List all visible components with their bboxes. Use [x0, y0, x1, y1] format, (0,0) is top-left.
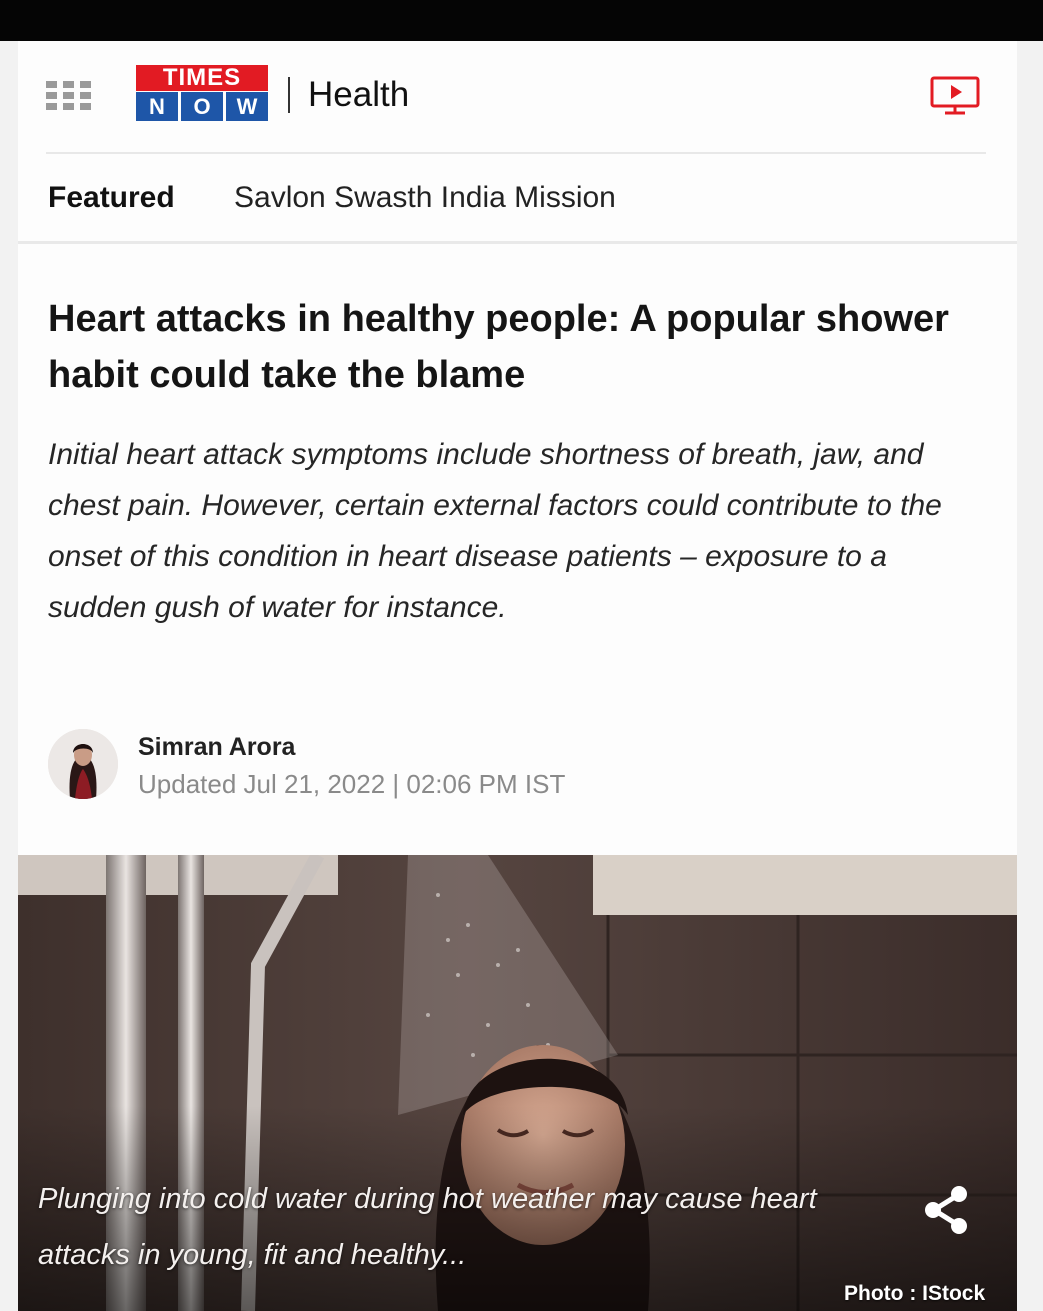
featured-bar: Featured Savlon Swasth India Mission	[18, 154, 1017, 242]
section-title[interactable]: Health	[308, 71, 409, 119]
article-headline: Heart attacks in healthy people: A popul…	[48, 298, 949, 396]
article-photo: Plunging into cold water during hot weat…	[18, 855, 1017, 1311]
author-byline: Simran Arora Updated Jul 21, 2022 | 02:0…	[48, 729, 748, 809]
updated-timestamp: Updated Jul 21, 2022 | 02:06 PM IST	[138, 769, 566, 799]
site-header: TIMES N O W Health	[18, 41, 1017, 154]
logo-now-letter: W	[226, 92, 268, 121]
logo-now-letter: O	[181, 92, 223, 121]
article-page: TIMES N O W Health Featured Savlon Swast…	[18, 41, 1017, 1311]
grid-menu-icon[interactable]	[46, 81, 92, 111]
tv-play-icon[interactable]	[929, 75, 983, 115]
share-icon[interactable]	[922, 1185, 970, 1235]
featured-link[interactable]: Savlon Swasth India Mission	[234, 180, 616, 216]
logo-now: N O W	[136, 92, 268, 121]
featured-label: Featured	[48, 181, 175, 214]
header-divider	[288, 77, 290, 113]
photo-credit: Photo : IStock	[844, 1282, 986, 1305]
article-summary: Initial heart attack symptoms include sh…	[48, 438, 942, 624]
logo-now-letter: N	[136, 92, 178, 121]
featured-divider	[18, 241, 1017, 244]
times-now-logo[interactable]: TIMES N O W	[136, 65, 268, 122]
logo-times: TIMES	[136, 65, 268, 91]
author-name[interactable]: Simran Arora	[138, 731, 295, 763]
photo-caption: Plunging into cold water during hot weat…	[38, 1183, 817, 1271]
top-bar	[0, 0, 1043, 41]
avatar[interactable]	[48, 729, 118, 799]
